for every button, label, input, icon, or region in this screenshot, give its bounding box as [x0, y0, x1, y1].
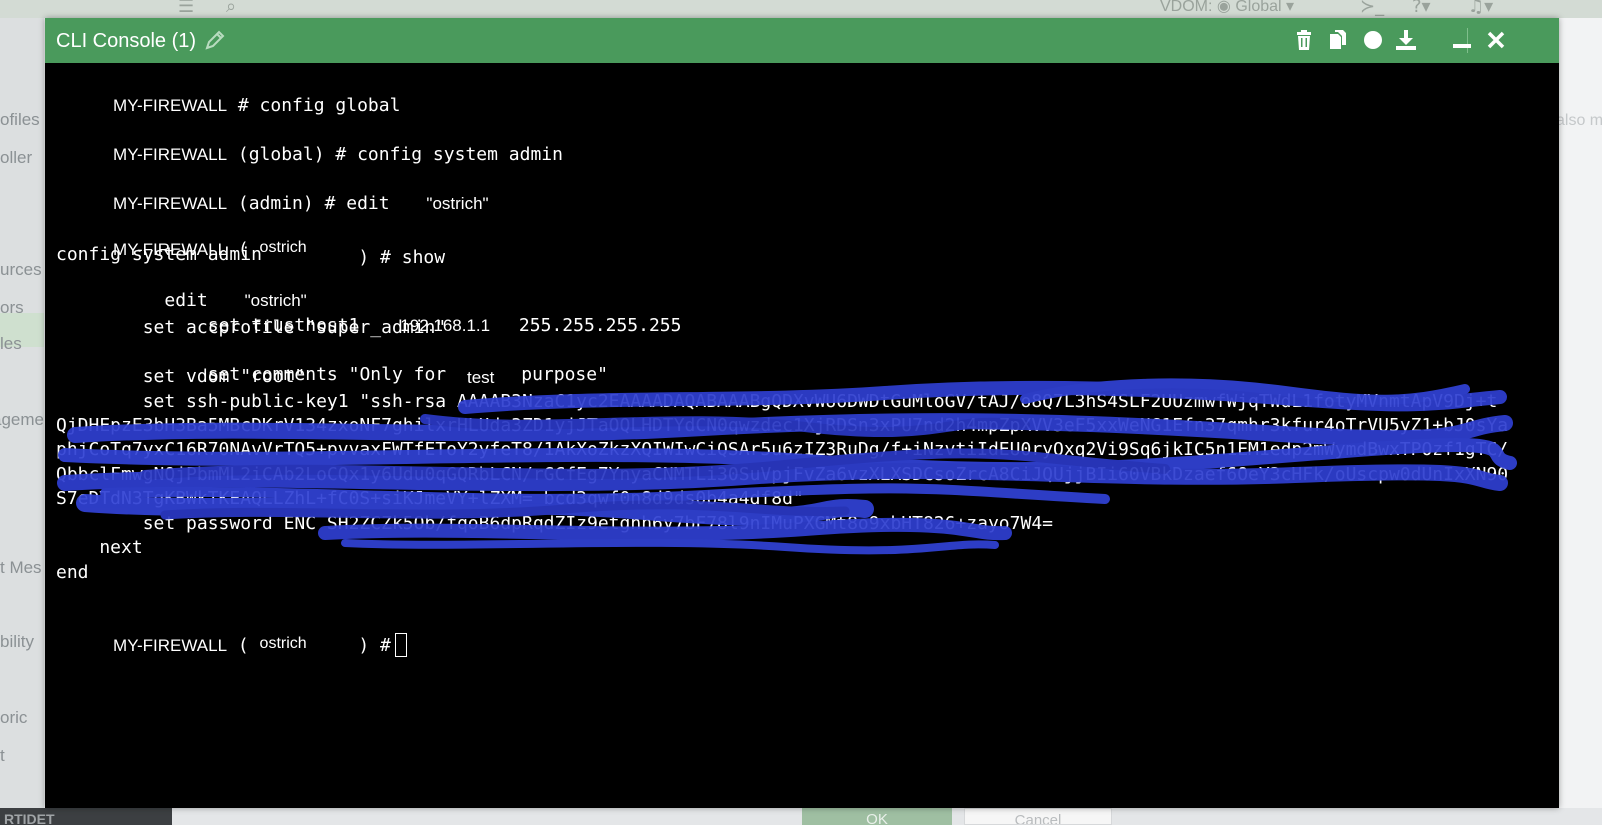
background-topbar: ☰ ⌕ VDOM: ◉ Global ▾ ≻_ ?▾ ♫▾ [0, 0, 1602, 18]
ssh-key-line: phjCoTq7yxC16R70NAvVrTQ5+pvvaxFWTfEToY2y… [56, 439, 1509, 460]
console-titlebar: CLI Console (1) [45, 18, 1559, 63]
sidebar-item: les [0, 334, 22, 353]
sidebar-item: ageme [0, 410, 44, 429]
vdom-selector: VDOM: ◉ Global ▾ [1160, 0, 1295, 15]
sidebar-item: bility [0, 632, 35, 651]
output-line: set accprofile "super_admin" [56, 317, 447, 338]
brand-logo: RTIDET [0, 808, 172, 825]
circle-icon[interactable] [1362, 29, 1384, 51]
terminal-icon: ≻_ [1360, 0, 1385, 17]
edit-pencil-icon[interactable] [203, 28, 227, 52]
prompt-hostname: MY-FIREWALL [113, 145, 228, 164]
ssh-key-line: QjDHEpzE3bH3Ba5MBcDKrV134zxoNF7ghilxrHLU… [56, 415, 1509, 436]
close-icon[interactable] [1485, 29, 1507, 51]
output-line: config system admin [56, 244, 262, 265]
download-icon[interactable] [1395, 29, 1417, 51]
background-content-edge [1558, 18, 1602, 808]
output-line: set vdom "root" [56, 366, 306, 387]
sidebar-item: ors [0, 298, 24, 317]
prompt-hostname: MY-FIREWALL [113, 636, 228, 655]
copy-icon[interactable] [1327, 29, 1349, 51]
prompt-symbol: ) # [347, 635, 391, 656]
bell-icon: ♫▾ [1468, 0, 1494, 17]
minimize-icon[interactable] [1451, 29, 1473, 51]
command-text: (global) # config system admin [227, 144, 563, 165]
command-text: # config global [227, 95, 401, 116]
output-line: next [56, 537, 143, 558]
terminal-output[interactable]: MY-FIREWALL # config global MY-FIREWALL … [45, 63, 1559, 808]
output-line: end [56, 562, 89, 583]
command-argument: "ostrich" [426, 194, 489, 213]
background-sidebar: ofiles oller urces ors les ageme t Mes b… [0, 18, 44, 808]
ok-button[interactable]: OK [802, 808, 952, 825]
ssh-key-line: set ssh-public-key1 "ssh-rsa AAAAB3NzaC1… [56, 391, 1498, 412]
trusthost-mask: 255.255.255.255 [508, 315, 682, 336]
prompt-hostname: MY-FIREWALL [113, 194, 228, 213]
cancel-button[interactable]: Cancel [964, 808, 1112, 825]
ssh-key-line: QbbclFmwgNQjPbmML2iCAb2LoCQx1y6Udu0qGQRb… [56, 464, 1509, 485]
sidebar-item: t Mes [0, 558, 42, 577]
help-icon: ?▾ [1412, 0, 1431, 17]
terminal-input-line[interactable]: MY-FIREWALL ( ostrich ) # [48, 611, 407, 679]
trash-icon[interactable] [1293, 29, 1315, 51]
command-text: ) # show [347, 247, 446, 268]
cli-console-window: CLI Console (1) MY-FIREWALL # config glo… [45, 18, 1559, 808]
command-text: (admin) # edit [227, 193, 401, 214]
prompt-hostname: MY-FIREWALL [113, 96, 228, 115]
text-cursor[interactable] [394, 633, 407, 657]
search-icon: ⌕ [226, 0, 237, 17]
sidebar-item: oric [0, 708, 28, 727]
sidebar-item: t [0, 746, 5, 765]
prompt-paren-open: ( [227, 635, 260, 656]
prompt-admin-name: ostrich [259, 239, 307, 256]
hamburger-menu-icon: ☰ [178, 0, 195, 17]
background-footer [0, 808, 1602, 825]
ssh-key-line: S7eDTdN3TgKBWkTKEAQLLZhL+fC0S+siKJmeVY+l… [56, 488, 804, 509]
prompt-admin-name: ostrich [259, 635, 307, 652]
sidebar-item: ofiles [0, 110, 40, 129]
console-title: CLI Console (1) [56, 30, 197, 52]
output-text: purpose" [510, 364, 608, 385]
sidebar-item: oller [0, 148, 33, 167]
password-line: set password ENC SH2ZCZk5Ob/fqoB6dpRqdZI… [56, 513, 1053, 534]
background-text: also m [1556, 112, 1602, 129]
sidebar-item: urces [0, 260, 42, 279]
comment-word: test [466, 368, 495, 387]
